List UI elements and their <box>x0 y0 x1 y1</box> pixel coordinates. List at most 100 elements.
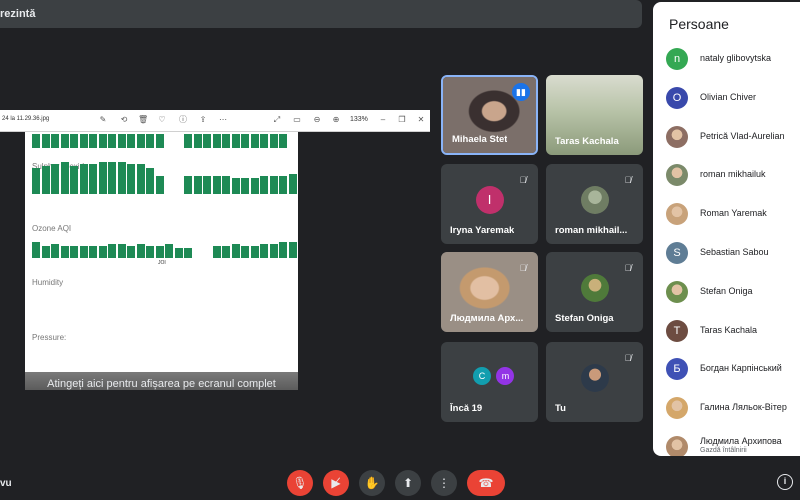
person-row[interactable]: n nataly glibovytska <box>666 47 800 71</box>
presentation-view[interactable]: 24 la 11.29.36.jpg ✎ ⟲ 🗑 ♡ ⓘ ⇪ ⋯ ⤢ ▭ ⊖ ⊕… <box>0 110 430 390</box>
avatar: m <box>496 367 515 385</box>
meeting-info-icon[interactable]: i <box>777 474 793 490</box>
section-label-ozone-aqi: Ozone AQI <box>32 224 72 233</box>
avatar: n <box>666 48 688 70</box>
image-viewer-toolbar: 24 la 11.29.36.jpg ✎ ⟲ 🗑 ♡ ⓘ ⇪ ⋯ ⤢ ▭ ⊖ ⊕… <box>0 110 430 132</box>
participant-tile-liudmyla[interactable]: 🎙̸ Людмила Арх... <box>441 252 538 332</box>
person-name: Taras Kachala <box>700 324 758 335</box>
participant-name: Mihaela Stet <box>452 134 508 145</box>
share-icon[interactable]: ⇪ <box>198 115 208 125</box>
participant-tile-taras[interactable]: Taras Kachala <box>546 75 643 155</box>
crop-icon[interactable]: ▭ <box>292 115 302 125</box>
avatar <box>580 186 609 214</box>
person-row[interactable]: Petrică Vlad-Aurelian <box>666 125 800 149</box>
chart-bar <box>79 246 88 258</box>
chart-bar <box>89 246 97 258</box>
person-name: Богдан Карпінський <box>700 363 782 374</box>
chart-bar <box>269 244 278 258</box>
person-name: Stefan Oniga <box>700 285 753 296</box>
chart-bar <box>51 244 59 258</box>
person-row[interactable]: T Taras Kachala <box>666 319 800 343</box>
chart-bar <box>79 164 88 194</box>
chart-bar <box>174 248 183 258</box>
chart-bar <box>60 246 69 258</box>
chart-bar <box>41 134 50 148</box>
avatar <box>580 274 609 302</box>
person-row[interactable]: Б Богдан Карпінський <box>666 357 800 381</box>
person-row[interactable]: Людмила Архипова Gazdă întâlnirii <box>666 435 800 456</box>
heart-icon[interactable]: ♡ <box>157 115 167 125</box>
chart-bar <box>60 162 69 194</box>
info-icon[interactable]: ⓘ <box>178 115 188 125</box>
chart-bar <box>269 134 278 148</box>
chart-bar <box>98 246 107 258</box>
chart-bar <box>136 164 145 194</box>
person-row[interactable]: Галина Ляльок-Вітер <box>666 396 800 420</box>
zoom-in-icon[interactable]: ⊕ <box>331 115 341 125</box>
people-panel: Persoane n nataly glibovytska O Olivian Chi… <box>653 2 800 456</box>
chart-bar <box>60 134 69 148</box>
chart-bar <box>51 164 59 194</box>
chart-bar <box>89 134 97 148</box>
person-row[interactable]: Roman Yaremak <box>666 202 800 226</box>
participant-tile-stefan[interactable]: 🎙̸ Stefan Oniga <box>546 252 643 332</box>
avatar: C <box>473 367 491 385</box>
day-label: JOI <box>158 260 166 266</box>
raise-hand-button[interactable]: ✋ <box>359 470 385 496</box>
more-options-button[interactable]: ⋮ <box>431 470 457 496</box>
chart-bar <box>51 134 59 148</box>
zoom-level: 133% <box>350 116 368 123</box>
avatar <box>666 436 688 456</box>
microphone-toggle-button[interactable]: 🎙 <box>287 470 313 496</box>
rotate-icon[interactable]: ⟲ <box>119 115 129 125</box>
edit-icon[interactable]: ✎ <box>98 115 108 125</box>
chart-bar <box>212 134 221 148</box>
participant-tile-iryna[interactable]: 🎙̸ I Iryna Yaremak <box>441 164 538 244</box>
chart-bar <box>241 246 249 258</box>
restore-icon[interactable]: ❐ <box>397 115 407 125</box>
chart-bar <box>41 246 50 258</box>
chart-bar <box>32 168 40 194</box>
chart-bar <box>146 168 154 194</box>
camera-toggle-button[interactable]: ▶̸ <box>323 470 349 496</box>
avatar: T <box>666 319 688 342</box>
more-participants-avatars: C m <box>473 366 515 385</box>
chart-bar <box>127 164 135 194</box>
more-icon[interactable]: ⋯ <box>218 115 228 125</box>
participant-tile-more[interactable]: C m Încă 19 <box>441 342 538 422</box>
minimize-icon[interactable]: – <box>378 115 388 125</box>
chart-bar <box>279 176 287 194</box>
present-button[interactable]: ⬆ <box>395 470 421 496</box>
chart-bar <box>98 162 107 194</box>
person-row[interactable]: S Sebastian Sabou <box>666 241 800 265</box>
chart-bar <box>127 246 135 258</box>
chart-bar <box>146 246 154 258</box>
person-name: nataly glibovytska <box>700 53 772 63</box>
section-label-pressure: Pressure: <box>32 333 67 342</box>
chart-bar <box>212 246 221 258</box>
person-role: Gazdă întâlnirii <box>700 447 747 454</box>
end-call-button[interactable]: ☎ <box>467 470 505 496</box>
trash-icon[interactable]: 🗑 <box>138 115 148 125</box>
chart-bar <box>222 176 230 194</box>
avatar <box>666 280 688 303</box>
chart-bar <box>155 134 164 148</box>
close-icon[interactable]: ✕ <box>416 115 426 125</box>
person-row[interactable]: Stefan Oniga <box>666 280 800 304</box>
person-row[interactable]: O Olivian Chiver <box>666 86 800 110</box>
chart-bar <box>250 134 259 148</box>
participant-tile-mihaela[interactable]: ▮▮ Mihaela Stet <box>441 75 538 155</box>
fullscreen-icon[interactable]: ⤢ <box>272 115 282 125</box>
section-label-humidity: Humidity <box>32 278 64 287</box>
chart-bar <box>260 244 268 258</box>
participant-name: Tu <box>555 403 566 414</box>
fullscreen-hint[interactable]: Atingeți aici pentru afișarea pe ecranul… <box>25 378 298 390</box>
chart-bar <box>231 178 240 194</box>
chart-bar <box>231 134 240 148</box>
chart-bar <box>155 246 164 258</box>
panel-title: Persoane <box>669 16 729 32</box>
person-row[interactable]: roman mikhailuk <box>666 163 800 187</box>
zoom-out-icon[interactable]: ⊖ <box>312 115 322 125</box>
participant-tile-roman[interactable]: 🎙̸ roman mikhail... <box>546 164 643 244</box>
participant-tile-self[interactable]: 🎙̸ Tu <box>546 342 643 422</box>
